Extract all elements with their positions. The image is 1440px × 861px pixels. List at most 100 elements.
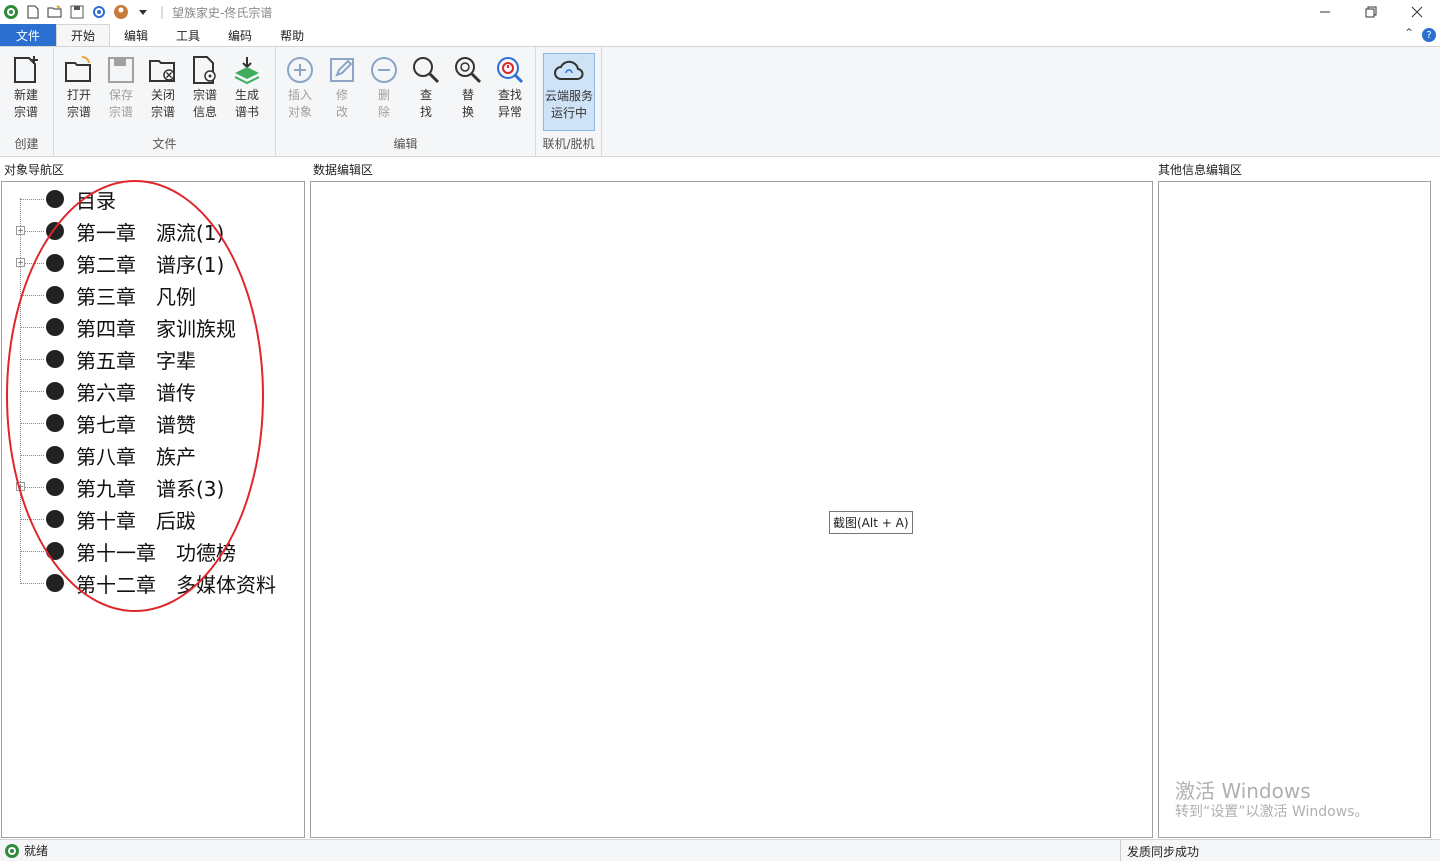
tree-item-chapter: 第二章: [76, 252, 136, 277]
close-tree-button[interactable]: 关闭 宗谱: [143, 53, 183, 131]
status-text: 就绪: [24, 844, 49, 858]
find-error-button[interactable]: 查找 异常: [490, 53, 530, 131]
tree-item-name: 族产: [156, 444, 196, 469]
nav-panel-title: 对象导航区: [4, 163, 65, 177]
activation-watermark-text: 转到“设置”以激活 Windows。: [1175, 804, 1369, 820]
tree-item-name: 字辈: [156, 348, 196, 373]
tree-item-chapter: 第十一章: [76, 540, 156, 565]
settings-gear-icon[interactable]: [90, 3, 108, 21]
user-avatar-icon[interactable]: [112, 3, 130, 21]
close-button[interactable]: [1394, 0, 1440, 24]
expand-plus-icon[interactable]: +: [16, 226, 25, 235]
document-settings-icon: [189, 53, 221, 87]
ribbon-group-edit: 插入 对象 修 改 删 除 查 找 替 换 查找 异常 编辑: [276, 47, 536, 156]
sync-status-text: 发质同步成功: [1127, 844, 1200, 859]
help-icon[interactable]: ?: [1422, 28, 1436, 42]
tree-item-chapter: 目录: [76, 188, 116, 213]
cloud-service-button[interactable]: 云端服务 运行中: [543, 53, 595, 131]
other-panel-title: 其他信息编辑区: [1158, 163, 1243, 177]
tree-branch-line: [20, 391, 44, 392]
tree-branch-line: [20, 519, 44, 520]
tree-branch-line: [20, 359, 44, 360]
tree-item-chapter: 第十二章: [76, 572, 156, 597]
group-label-create: 创建: [14, 137, 39, 151]
ribbon: 新建 宗谱 创建 打开 宗谱 保存 宗谱 关闭 宗谱 宗谱 信息 生成 谱书 文…: [0, 46, 1440, 157]
bullet-icon: [46, 190, 64, 208]
tree-item-name: 谱序(1): [156, 252, 225, 277]
tree-branch-line: [20, 583, 44, 584]
tree-item-chapter: 第一章: [76, 220, 136, 245]
open-folder-icon[interactable]: [46, 3, 64, 21]
replace-button[interactable]: 替 换: [448, 53, 488, 131]
tree-branch-line: [20, 295, 44, 296]
restore-button[interactable]: [1348, 0, 1394, 24]
tree-branch-line: [20, 327, 44, 328]
bullet-icon: [46, 286, 64, 304]
tree-item-chapter: 第十章: [76, 508, 136, 533]
customize-dropdown-icon[interactable]: [134, 3, 152, 21]
open-folder-icon: [63, 53, 95, 87]
tree-item-chapter: 第九章: [76, 476, 136, 501]
insert-object-button[interactable]: 插入 对象: [280, 53, 320, 131]
search-icon: [410, 53, 442, 87]
minus-circle-icon: [368, 53, 400, 87]
expand-plus-icon[interactable]: +: [16, 258, 25, 267]
tree-info-button[interactable]: 宗谱 信息: [185, 53, 225, 131]
tree-branch-line: [20, 455, 44, 456]
tree-branch-line: [20, 551, 44, 552]
bullet-icon: [46, 350, 64, 368]
new-document-icon: [10, 53, 42, 87]
error-search-icon: [494, 53, 526, 87]
bullet-icon: [46, 446, 64, 464]
tree-item-name: 谱赞: [156, 412, 196, 437]
app-logo-icon: [2, 3, 20, 21]
minimize-button[interactable]: [1302, 0, 1348, 24]
close-folder-icon: [147, 53, 179, 87]
ribbon-group-online: 云端服务 运行中 联机/脱机: [536, 47, 602, 156]
tab-edit[interactable]: 编辑: [110, 24, 162, 46]
data-edit-pane[interactable]: [310, 181, 1153, 838]
tree-item-chapter: 第七章: [76, 412, 136, 437]
app-status-icon: [5, 843, 19, 858]
tree-item-chapter: 第五章: [76, 348, 136, 373]
title-bar: | 望族家史-佟氏宗谱: [0, 0, 1440, 24]
tree-item-name: 凡例: [156, 284, 196, 309]
bullet-icon: [46, 318, 64, 336]
other-info-pane[interactable]: [1158, 181, 1431, 838]
tree-item-chapter: 第八章: [76, 444, 136, 469]
bullet-icon: [46, 222, 64, 240]
expand-plus-icon[interactable]: +: [16, 482, 25, 491]
tree-item-name: 后跋: [156, 508, 196, 533]
collapse-ribbon-icon[interactable]: ⌃: [1404, 26, 1414, 40]
delete-button[interactable]: 删 除: [364, 53, 404, 131]
replace-search-icon: [452, 53, 484, 87]
new-file-icon[interactable]: [24, 3, 42, 21]
window-title: 望族家史-佟氏宗谱: [172, 5, 273, 20]
ribbon-group-create: 新建 宗谱 创建: [0, 47, 54, 156]
tree-item-name: 源流(1): [156, 220, 225, 245]
new-tree-button[interactable]: 新建 宗谱: [6, 53, 46, 131]
bullet-icon: [46, 254, 64, 272]
modify-button[interactable]: 修 改: [322, 53, 362, 131]
menu-file[interactable]: 文件: [0, 24, 56, 46]
tree-item-name: 谱系(3): [156, 476, 225, 501]
ribbon-group-file: 打开 宗谱 保存 宗谱 关闭 宗谱 宗谱 信息 生成 谱书 文件: [54, 47, 276, 156]
tab-encode[interactable]: 编码: [214, 24, 266, 46]
find-button[interactable]: 查 找: [406, 53, 446, 131]
tree-item-name: 谱传: [156, 380, 196, 405]
save-icon[interactable]: [68, 3, 86, 21]
menu-bar: 文件 开始 编辑 工具 编码 帮助 ⌃ ?: [0, 24, 1440, 46]
layers-download-icon: [231, 53, 263, 87]
open-tree-button[interactable]: 打开 宗谱: [59, 53, 99, 131]
bullet-icon: [46, 574, 64, 592]
tab-tools[interactable]: 工具: [162, 24, 214, 46]
save-disk-icon: [105, 53, 137, 87]
generate-book-button[interactable]: 生成 谱书: [227, 53, 267, 131]
tab-help[interactable]: 帮助: [266, 24, 318, 46]
tab-start[interactable]: 开始: [56, 24, 111, 46]
save-tree-button[interactable]: 保存 宗谱: [101, 53, 141, 131]
tree-branch-line: [20, 199, 44, 200]
bullet-icon: [46, 510, 64, 528]
tree-item[interactable]: 目录: [0, 183, 116, 215]
edit-pencil-icon: [326, 53, 358, 87]
